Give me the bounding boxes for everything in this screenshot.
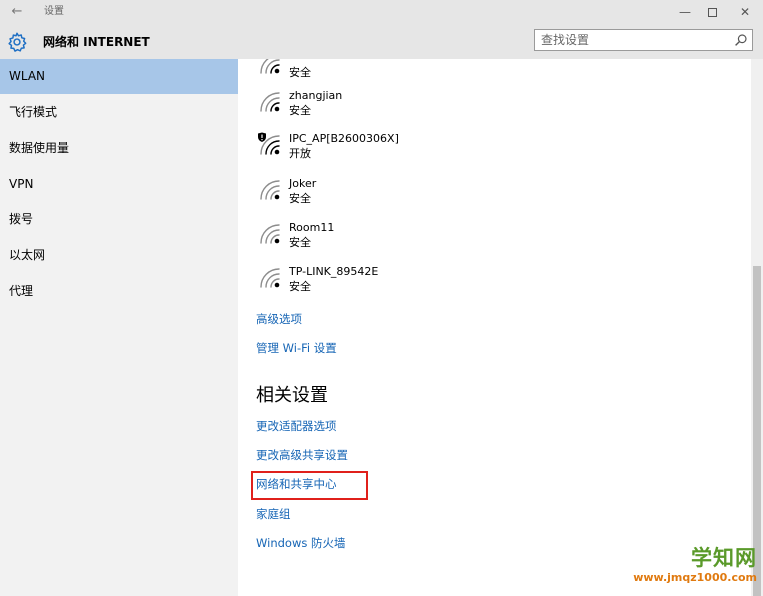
back-arrow-icon: ← — [11, 4, 23, 19]
sidebar-item-dialup[interactable]: 拨号 — [0, 202, 238, 237]
sidebar-item-proxy[interactable]: 代理 — [0, 274, 238, 309]
search-icon[interactable] — [734, 33, 748, 47]
search-box[interactable] — [534, 29, 753, 51]
sidebar-item-vpn[interactable]: VPN — [0, 167, 238, 202]
page-header: 网络和 INTERNET — [0, 24, 763, 59]
wifi-signal-icon — [260, 224, 280, 244]
maximize-button[interactable] — [697, 0, 727, 24]
network-status: 安全 — [289, 66, 311, 79]
scrollbar[interactable] — [751, 59, 763, 596]
minimize-button[interactable]: — — [670, 0, 700, 24]
network-name: Room11 — [289, 221, 335, 234]
main-content: 安全 zhangjian 安全 IPC_AP[B2600306X] 开放 Jok… — [238, 59, 751, 596]
windows-firewall-link[interactable]: Windows 防火墙 — [256, 535, 346, 551]
watermark-logo-text: 学知网 — [691, 546, 757, 570]
sidebar-item-data-usage[interactable]: 数据使用量 — [0, 131, 238, 166]
highlight-box — [251, 471, 368, 500]
wifi-signal-icon — [260, 180, 280, 200]
search-input[interactable] — [535, 30, 727, 50]
sidebar-item-wlan[interactable]: WLAN — [0, 59, 238, 94]
sidebar-item-ethernet[interactable]: 以太网 — [0, 238, 238, 273]
wifi-signal-icon — [260, 92, 280, 112]
network-item[interactable]: Joker 安全 — [257, 177, 557, 213]
wifi-signal-icon — [260, 268, 280, 288]
close-button[interactable]: ✕ — [730, 0, 760, 24]
network-status: 安全 — [289, 192, 311, 205]
sidebar-item-airplane-mode[interactable]: 飞行模式 — [0, 95, 238, 130]
gear-icon — [8, 32, 27, 52]
network-status: 安全 — [289, 104, 311, 117]
network-name: TP-LINK_89542E — [289, 265, 379, 278]
minimize-icon: — — [679, 5, 691, 19]
network-item[interactable]: Room11 安全 — [257, 221, 557, 257]
network-item[interactable]: IPC_AP[B2600306X] 开放 — [257, 132, 557, 168]
title-bar: ← 设置 — ✕ — [0, 0, 763, 24]
advanced-options-link[interactable]: 高级选项 — [256, 311, 302, 327]
network-item[interactable]: 安全 — [257, 59, 557, 87]
close-icon: ✕ — [739, 5, 751, 19]
network-item[interactable]: zhangjian 安全 — [257, 89, 557, 125]
wifi-open-network-icon — [258, 132, 280, 155]
change-advanced-sharing-link[interactable]: 更改高级共享设置 — [256, 447, 348, 463]
network-name: Joker — [289, 177, 317, 190]
network-name: IPC_AP[B2600306X] — [289, 132, 399, 145]
page-title: 网络和 INTERNET — [43, 35, 150, 49]
network-status: 安全 — [289, 280, 311, 293]
manage-wifi-settings-link[interactable]: 管理 Wi-Fi 设置 — [256, 340, 337, 356]
wifi-signal-icon — [260, 59, 280, 74]
sidebar: WLAN 飞行模式 数据使用量 VPN 拨号 以太网 代理 — [0, 59, 238, 596]
network-item[interactable]: TP-LINK_89542E 安全 — [257, 265, 557, 301]
watermark: 学知网 www.jmqz1000.com — [630, 546, 763, 596]
change-adapter-options-link[interactable]: 更改适配器选项 — [256, 418, 337, 434]
network-status: 开放 — [289, 147, 311, 160]
homegroup-link[interactable]: 家庭组 — [256, 506, 291, 522]
network-status: 安全 — [289, 236, 311, 249]
maximize-icon — [707, 8, 717, 17]
watermark-url: www.jmqz1000.com — [633, 571, 757, 584]
back-button[interactable]: ← — [8, 3, 26, 21]
network-name: zhangjian — [289, 89, 343, 102]
window-title: 设置 — [44, 6, 64, 17]
related-settings-title: 相关设置 — [256, 385, 328, 406]
